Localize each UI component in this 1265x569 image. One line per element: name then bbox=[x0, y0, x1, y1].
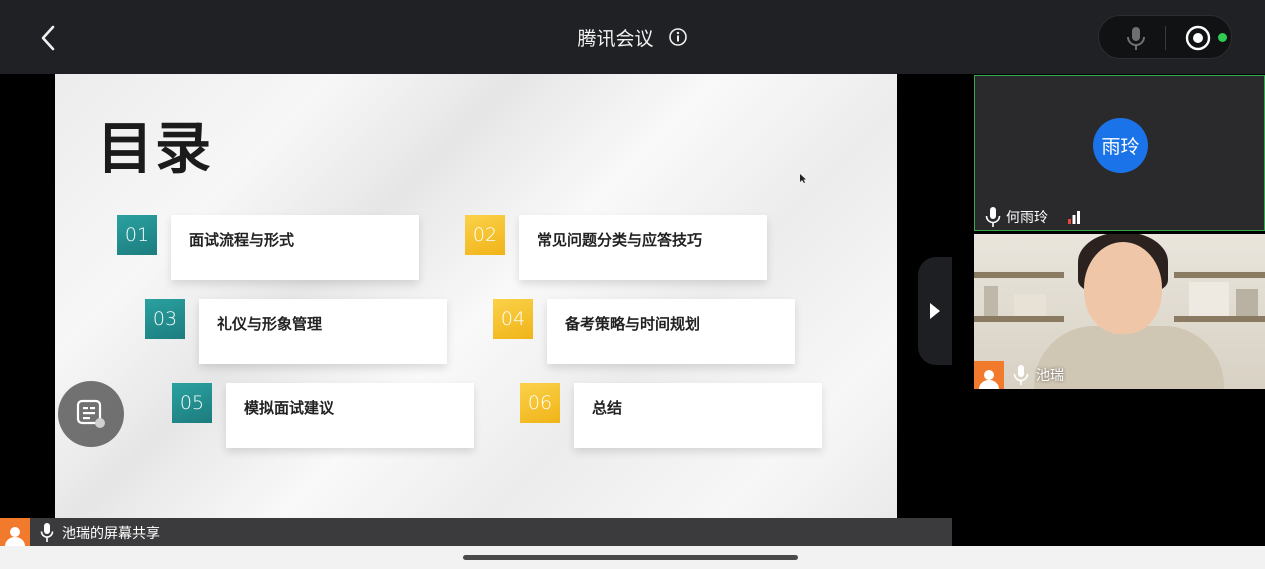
mic-icon[interactable] bbox=[1124, 25, 1148, 55]
toc-card: 模拟面试建议 bbox=[226, 383, 474, 448]
toc-card: 礼仪与形象管理 bbox=[199, 299, 447, 364]
expand-panel-button[interactable] bbox=[918, 257, 952, 365]
screen-share-label: 池瑞的屏幕共享 bbox=[62, 526, 160, 542]
bookshelf bbox=[1174, 272, 1265, 278]
bookshelf bbox=[974, 316, 1064, 322]
toc-label: 礼仪与形象管理 bbox=[217, 315, 323, 333]
bookshelf bbox=[1174, 316, 1265, 322]
mic-icon bbox=[1013, 365, 1029, 389]
toc-card: 备考策略与时间规划 bbox=[547, 299, 795, 364]
top-bar: 腾讯会议 bbox=[0, 0, 1265, 74]
audio-record-controls bbox=[1098, 15, 1232, 59]
presentation-slide: 目录 面试流程与形式 01 常见问题分类与应答技巧 02 礼仪与形象管理 03 … bbox=[55, 74, 897, 518]
participant-tile-heyuling[interactable]: 雨玲 何雨玲 bbox=[974, 75, 1265, 231]
mic-icon bbox=[40, 523, 54, 546]
participant-tile-chirui[interactable]: 池瑞 bbox=[974, 234, 1265, 389]
chat-float-button[interactable] bbox=[58, 381, 124, 447]
home-indicator[interactable] bbox=[463, 555, 798, 560]
meeting-title-area: 腾讯会议 bbox=[0, 24, 1265, 52]
play-arrow-icon bbox=[930, 303, 940, 319]
toc-number: 04 bbox=[493, 299, 533, 339]
person-face bbox=[1084, 242, 1162, 334]
toc-label: 备考策略与时间规划 bbox=[565, 315, 701, 333]
participant-avatar: 雨玲 bbox=[1093, 118, 1148, 173]
toc-number: 01 bbox=[117, 215, 157, 255]
toc-card: 总结 bbox=[574, 383, 822, 448]
participant-name: 池瑞 bbox=[1036, 368, 1064, 384]
mic-icon bbox=[985, 207, 1001, 231]
participant-name: 何雨玲 bbox=[1006, 210, 1048, 226]
divider bbox=[1165, 26, 1166, 50]
system-nav-bar bbox=[0, 546, 1265, 569]
toc-number: 05 bbox=[172, 383, 212, 423]
user-avatar-icon bbox=[974, 361, 1004, 389]
book bbox=[1014, 294, 1046, 316]
toc-label: 总结 bbox=[592, 399, 623, 417]
screen-share-bar: 池瑞的屏幕共享 bbox=[0, 518, 952, 546]
toc-label: 常见问题分类与应答技巧 bbox=[537, 231, 703, 249]
toc-number: 02 bbox=[465, 215, 505, 255]
toc-label: 面试流程与形式 bbox=[189, 231, 295, 249]
toc-card: 常见问题分类与应答技巧 bbox=[519, 215, 767, 280]
user-avatar-icon bbox=[0, 518, 30, 546]
record-icon[interactable] bbox=[1185, 25, 1211, 55]
status-dot bbox=[1218, 33, 1227, 42]
slide-title: 目录 bbox=[97, 117, 213, 182]
meeting-app: 腾讯会议 目录 面试流程与形式 01 常见问题分类与应答技巧 02 礼仪与形象管… bbox=[0, 0, 1265, 569]
toc-number: 06 bbox=[520, 383, 560, 423]
chat-list-icon bbox=[76, 399, 105, 428]
book bbox=[1236, 289, 1258, 316]
shared-screen-area: 目录 面试流程与形式 01 常见问题分类与应答技巧 02 礼仪与形象管理 03 … bbox=[0, 74, 952, 546]
toc-card: 面试流程与形式 bbox=[171, 215, 419, 280]
cursor-icon bbox=[800, 174, 806, 183]
bookshelf bbox=[974, 272, 1064, 278]
meeting-title: 腾讯会议 bbox=[577, 28, 654, 50]
toc-number: 03 bbox=[145, 299, 185, 339]
info-icon[interactable] bbox=[668, 27, 688, 52]
toc-label: 模拟面试建议 bbox=[244, 399, 335, 417]
signal-strength-icon bbox=[1067, 209, 1081, 228]
book bbox=[984, 286, 998, 316]
book bbox=[1189, 282, 1229, 316]
